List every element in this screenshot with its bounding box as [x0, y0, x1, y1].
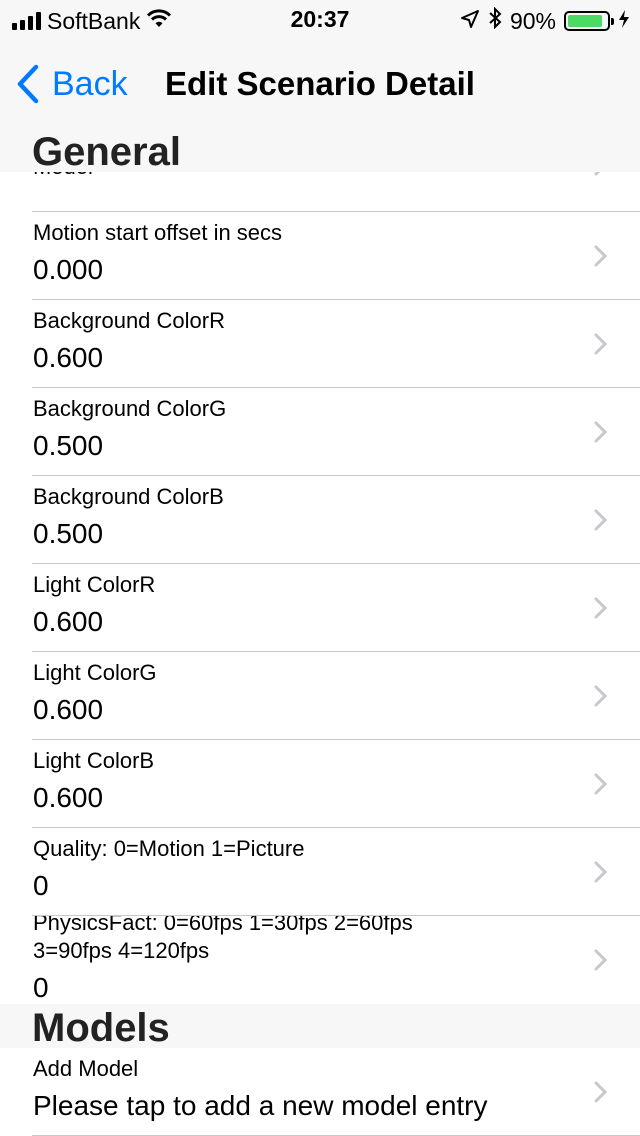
row-value: 0.600	[33, 606, 104, 637]
battery-percent: 90%	[509, 7, 556, 34]
row-label: Add Model	[33, 1056, 139, 1081]
row-value: 0.600	[33, 342, 104, 373]
section-title: General	[32, 130, 181, 174]
chevron-right-icon	[594, 685, 608, 707]
row-label: Quality: 0=Motion 1=Picture	[33, 836, 305, 861]
chevron-right-icon	[594, 597, 608, 619]
row-label: Light ColorG	[33, 660, 157, 685]
row-value: Please tap to add a new model entry	[33, 1090, 488, 1121]
list-row-motion-offset[interactable]: Motion start offset in secs 0.000	[0, 212, 640, 300]
chevron-right-icon	[594, 333, 608, 355]
row-label: Background ColorG	[33, 396, 227, 421]
charging-bolt-icon	[618, 8, 630, 35]
back-label: Back	[52, 64, 128, 103]
list-row-add-model[interactable]: Add Model Please tap to add a new model …	[0, 1048, 640, 1136]
row-value: 0.600	[33, 694, 104, 725]
status-bar: SoftBank 20:37 90%	[0, 0, 640, 40]
row-value: 0	[33, 972, 49, 1003]
row-label-line1: PhysicsFact: 0=60fps 1=30fps 2=60fps	[33, 916, 413, 935]
chevron-left-icon	[17, 64, 39, 104]
settings-list[interactable]: Model General Motion start offset in sec…	[0, 128, 640, 1136]
location-arrow-icon	[460, 8, 480, 35]
list-row-background-color-g[interactable]: Background ColorG 0.500	[0, 388, 640, 476]
list-row-light-color-b[interactable]: Light ColorB 0.600	[0, 740, 640, 828]
row-value: 0.600	[33, 782, 104, 813]
list-row-quality[interactable]: Quality: 0=Motion 1=Picture 0	[0, 828, 640, 916]
row-label: Motion start offset in secs	[33, 220, 283, 245]
row-value: 0.500	[33, 430, 104, 461]
chevron-right-icon	[594, 1081, 608, 1103]
row-label: Background ColorB	[33, 484, 224, 509]
chevron-right-icon	[594, 773, 608, 795]
list-row-background-color-r[interactable]: Background ColorR 0.600	[0, 300, 640, 388]
list-row-light-color-r[interactable]: Light ColorR 0.600	[0, 564, 640, 652]
row-value: 0	[33, 870, 49, 901]
bluetooth-icon	[488, 6, 502, 35]
chevron-right-icon	[594, 509, 608, 531]
row-value: 0.000	[33, 254, 104, 285]
list-row-background-color-b[interactable]: Background ColorB 0.500	[0, 476, 640, 564]
back-button[interactable]: Back	[16, 62, 128, 106]
chevron-right-icon	[594, 861, 608, 883]
page-title: Edit Scenario Detail	[165, 65, 475, 102]
row-label: Light ColorR	[33, 572, 156, 597]
section-header-general: General	[0, 128, 640, 174]
chevron-right-icon	[594, 949, 608, 971]
status-right: 90%	[460, 6, 630, 35]
chevron-right-icon	[594, 245, 608, 267]
list-row-physics-fact[interactable]: PhysicsFact: 0=60fps 1=30fps 2=60fps 3=9…	[0, 916, 640, 1004]
row-label: Light ColorB	[33, 748, 155, 773]
list-row-light-color-g[interactable]: Light ColorG 0.600	[0, 652, 640, 740]
section-title: Models	[32, 1006, 170, 1050]
navigation-bar: Back Edit Scenario Detail	[0, 40, 640, 129]
row-value: 0.500	[33, 518, 104, 549]
row-label-line2: 3=90fps 4=120fps	[33, 938, 210, 963]
row-label: Background ColorR	[33, 308, 225, 333]
chevron-right-icon	[594, 421, 608, 443]
section-header-models: Models	[0, 1004, 640, 1050]
battery-icon	[564, 11, 614, 31]
